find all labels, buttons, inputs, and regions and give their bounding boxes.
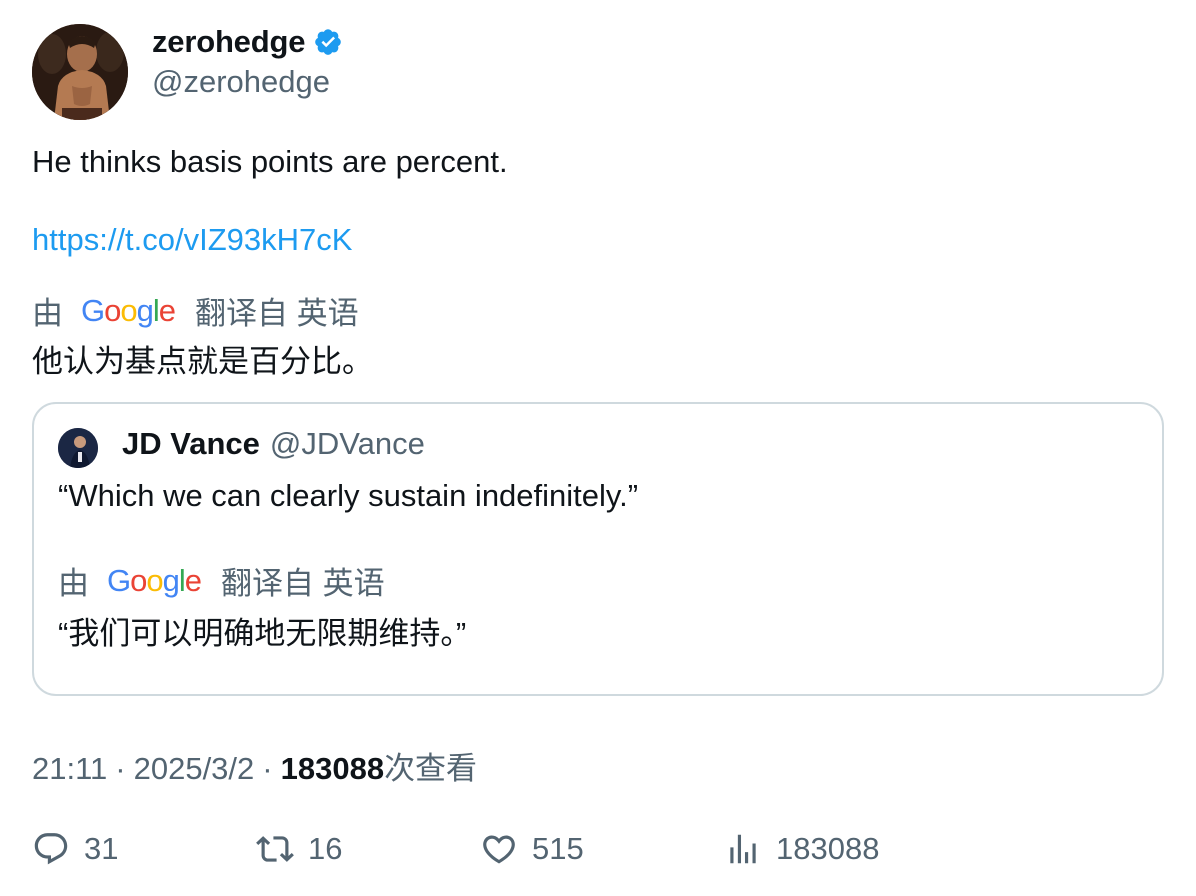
tweet-meta: 21:11 · 2025/3/2 · 183088 次查看 [32, 743, 477, 788]
reply-icon [32, 830, 70, 868]
quoted-translation-text: “我们可以明确地无限期维持。” [58, 616, 467, 651]
quoted-display-name[interactable]: JD Vance [122, 426, 260, 462]
views-button[interactable]: 183088 [724, 830, 879, 868]
like-count: 515 [532, 831, 584, 866]
google-logo[interactable]: Google [81, 293, 176, 329]
tweet-time[interactable]: 21:11 [32, 751, 107, 787]
translation-by-label: 由 [58, 566, 89, 601]
reply-button[interactable]: 31 [32, 830, 118, 868]
author-name-row: zerohedge [152, 24, 343, 60]
views-label: 次查看 [384, 751, 478, 786]
translation-by-label: 由 [32, 296, 63, 331]
meta-separator: · [262, 751, 273, 786]
reply-count: 31 [84, 831, 119, 866]
like-button[interactable]: 515 [480, 830, 584, 868]
analytics-icon [724, 830, 762, 868]
tweet-link[interactable]: https://t.co/vIZ93kH7cK [32, 222, 352, 258]
meta-separator: · [115, 751, 126, 786]
author-avatar[interactable] [32, 24, 128, 120]
author-display-name[interactable]: zerohedge [152, 24, 305, 60]
retweet-count: 16 [308, 831, 343, 866]
tweet-detail: zerohedge @zerohedge He thinks basis poi… [0, 0, 1196, 896]
author-handle[interactable]: @zerohedge [152, 64, 330, 100]
quoted-translation-attribution: 由 Google 翻译自 英语 [58, 558, 385, 603]
quoted-tweet-text: “Which we can clearly sustain indefinite… [58, 478, 639, 513]
translation-attribution: 由 Google 翻译自 英语 [32, 288, 359, 333]
tweet-text: He thinks basis points are percent. [32, 144, 508, 179]
heart-icon [480, 830, 518, 868]
quoted-handle[interactable]: @JDVance [270, 426, 425, 462]
retweet-button[interactable]: 16 [256, 830, 342, 868]
quoted-author-row: JD Vance @JDVance [122, 426, 425, 462]
quoted-tweet-card[interactable]: JD Vance @JDVance “Which we can clearly … [32, 402, 1164, 696]
google-logo[interactable]: Google [107, 563, 202, 599]
translation-source-label: 翻译自 英语 [221, 566, 385, 601]
views-count: 183088 [280, 751, 385, 786]
views-action-count: 183088 [776, 831, 880, 866]
translation-source-label: 翻译自 英语 [195, 296, 359, 331]
tweet-date[interactable]: 2025/3/2 [134, 751, 255, 787]
retweet-icon [256, 830, 294, 868]
verified-badge-icon[interactable] [313, 27, 343, 57]
tweet-translation-text: 他认为基点就是百分比。 [32, 344, 373, 379]
quoted-author-avatar[interactable] [58, 428, 98, 468]
